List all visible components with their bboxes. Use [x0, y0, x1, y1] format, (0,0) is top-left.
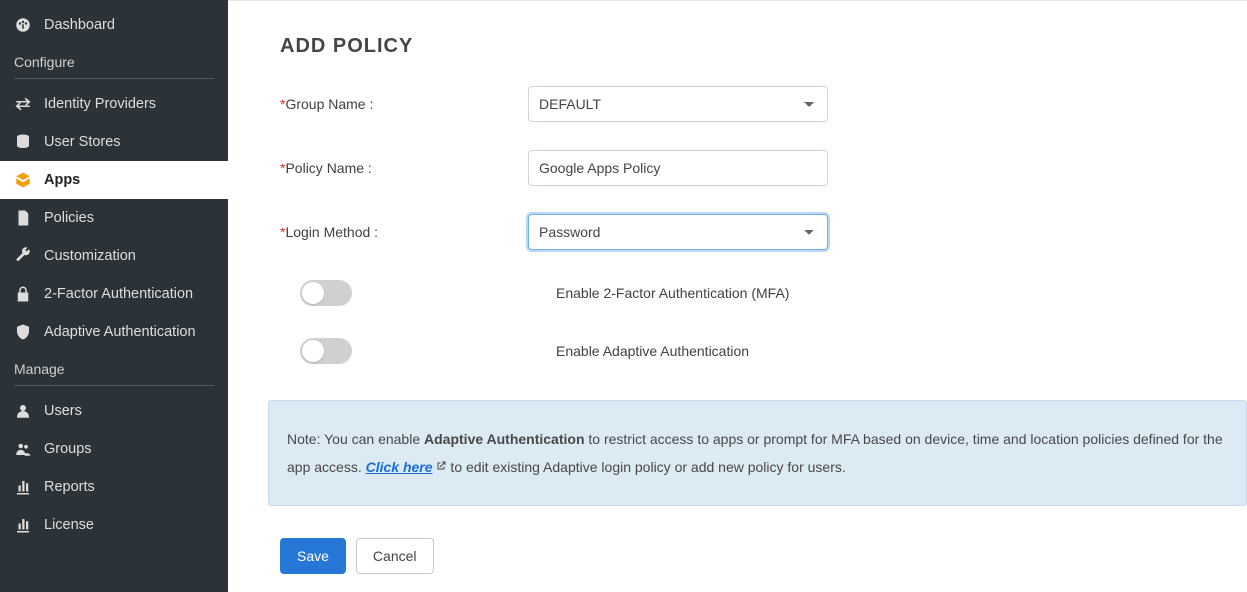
adaptive-toggle-label: Enable Adaptive Authentication — [556, 343, 749, 359]
arrows-icon — [14, 95, 32, 113]
sidebar-item-license[interactable]: License — [0, 506, 228, 544]
sidebar-item-policies[interactable]: Policies — [0, 199, 228, 237]
dashboard-icon — [14, 16, 32, 34]
sidebar-item-dashboard[interactable]: Dashboard — [0, 6, 228, 44]
mfa-toggle[interactable] — [300, 280, 352, 306]
note-text-post: to edit existing Adaptive login policy o… — [447, 459, 846, 475]
sidebar-item-label: Customization — [44, 248, 136, 264]
chart-icon — [14, 516, 32, 534]
page-title: ADD POLICY — [228, 11, 1247, 72]
toggle-row-mfa: Enable 2-Factor Authentication (MFA) — [228, 264, 1247, 322]
users-icon — [14, 440, 32, 458]
mfa-toggle-label: Enable 2-Factor Authentication (MFA) — [556, 285, 789, 301]
sidebar-item-label: Apps — [44, 172, 80, 188]
sidebar-item-apps[interactable]: Apps — [0, 161, 228, 199]
sidebar-item-label: Identity Providers — [44, 96, 156, 112]
form-row-login-method: *Login Method : Password — [228, 200, 1247, 264]
note-text-pre: Note: You can enable — [287, 431, 424, 447]
sidebar-divider — [14, 385, 214, 386]
note-strong: Adaptive Authentication — [424, 431, 585, 447]
policy-name-input[interactable] — [528, 150, 828, 186]
sidebar-item-label: Dashboard — [44, 17, 115, 33]
database-icon — [14, 133, 32, 151]
sidebar-item-users[interactable]: Users — [0, 392, 228, 430]
sidebar-item-label: User Stores — [44, 134, 121, 150]
sidebar-divider — [14, 78, 214, 79]
wrench-icon — [14, 247, 32, 265]
chart-icon — [14, 478, 32, 496]
form-row-policy-name: *Policy Name : — [228, 136, 1247, 200]
sidebar-section-manage: Manage — [0, 351, 228, 381]
sidebar: Dashboard Configure Identity Providers U… — [0, 0, 228, 592]
note-link[interactable]: Click here — [366, 459, 433, 475]
sidebar-item-2fa[interactable]: 2-Factor Authentication — [0, 275, 228, 313]
sidebar-item-label: Policies — [44, 210, 94, 226]
sidebar-item-label: 2-Factor Authentication — [44, 286, 193, 302]
main-content: ADD POLICY *Group Name : DEFAULT *Policy… — [228, 0, 1247, 592]
sidebar-item-label: Groups — [44, 441, 92, 457]
sidebar-item-label: Reports — [44, 479, 95, 495]
toggle-row-adaptive: Enable Adaptive Authentication — [228, 322, 1247, 380]
group-name-label: *Group Name : — [280, 96, 528, 112]
login-method-select[interactable]: Password — [528, 214, 828, 250]
sidebar-item-reports[interactable]: Reports — [0, 468, 228, 506]
button-row: Save Cancel — [228, 506, 1247, 574]
external-link-icon — [435, 453, 447, 465]
login-method-label: *Login Method : — [280, 224, 528, 240]
adaptive-toggle[interactable] — [300, 338, 352, 364]
form-row-group-name: *Group Name : DEFAULT — [228, 72, 1247, 136]
sidebar-item-label: Users — [44, 403, 82, 419]
sidebar-item-user-stores[interactable]: User Stores — [0, 123, 228, 161]
sidebar-section-configure: Configure — [0, 44, 228, 74]
sidebar-item-adaptive-auth[interactable]: Adaptive Authentication — [0, 313, 228, 351]
user-icon — [14, 402, 32, 420]
note-box: Note: You can enable Adaptive Authentica… — [268, 400, 1247, 506]
sidebar-item-label: License — [44, 517, 94, 533]
sidebar-item-groups[interactable]: Groups — [0, 430, 228, 468]
apps-icon — [14, 171, 32, 189]
group-name-select[interactable]: DEFAULT — [528, 86, 828, 122]
document-icon — [14, 209, 32, 227]
sidebar-item-customization[interactable]: Customization — [0, 237, 228, 275]
sidebar-item-label: Adaptive Authentication — [44, 324, 196, 340]
sidebar-item-identity-providers[interactable]: Identity Providers — [0, 85, 228, 123]
policy-name-label: *Policy Name : — [280, 160, 528, 176]
save-button[interactable]: Save — [280, 538, 346, 574]
shield-icon — [14, 323, 32, 341]
cancel-button[interactable]: Cancel — [356, 538, 434, 574]
lock-icon — [14, 285, 32, 303]
